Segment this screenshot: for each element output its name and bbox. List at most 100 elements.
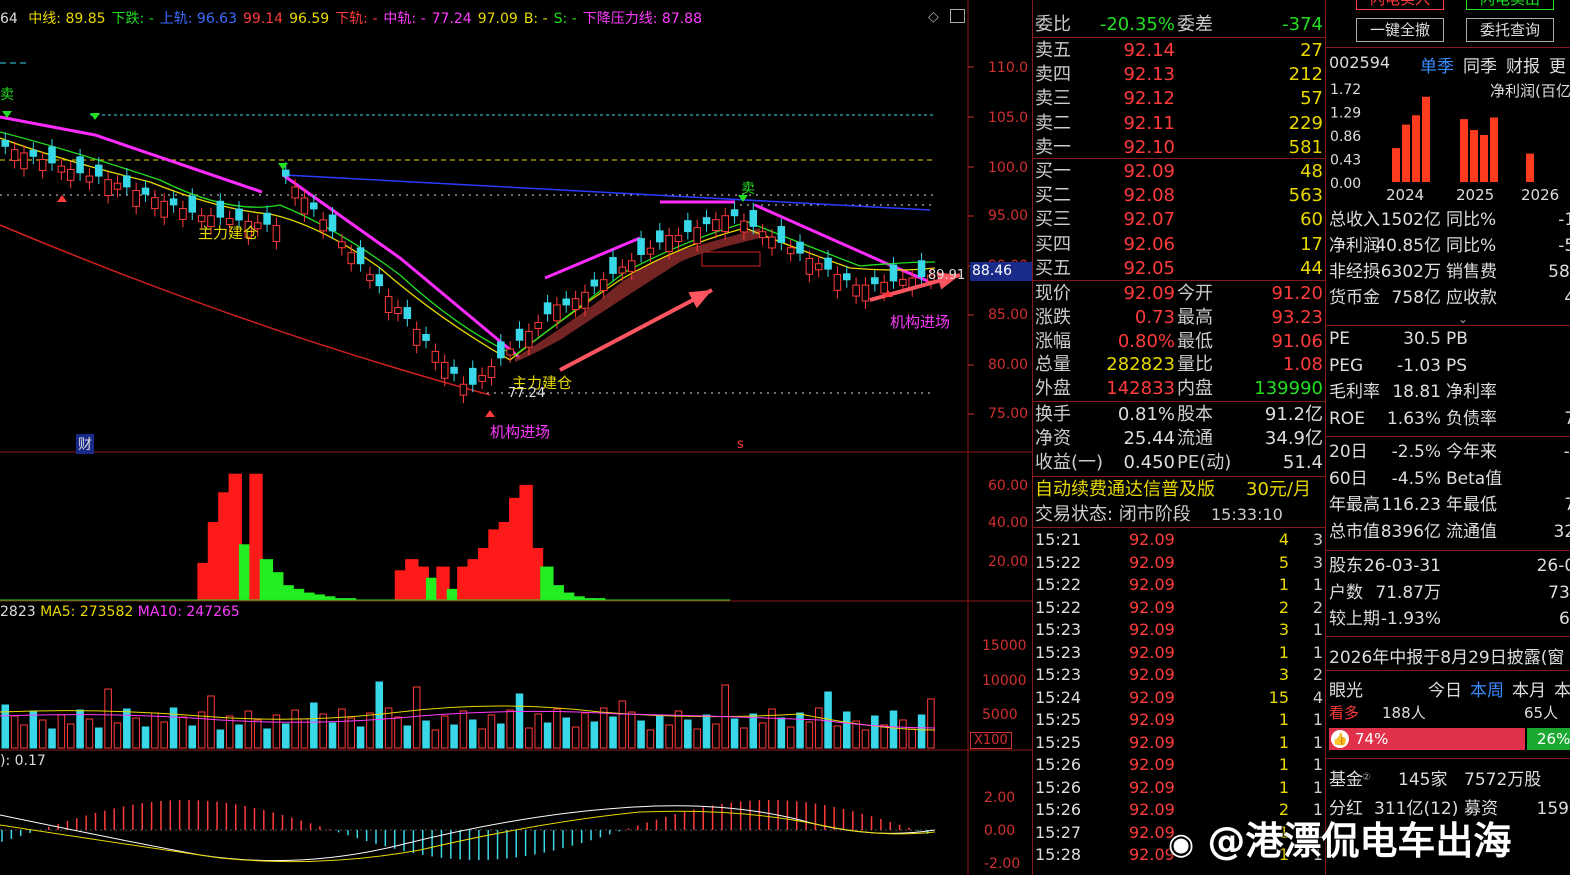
level-volume: 229 (1288, 112, 1323, 134)
fund-value-2: 77 (1564, 495, 1570, 515)
fund-key-2: 负债率 (1446, 408, 1497, 429)
bear-bar[interactable]: 26% (1527, 728, 1570, 750)
volume-header: 2823 MA5: 273582 MA10: 247265 (0, 604, 240, 620)
cancel-all-button[interactable]: 一键全撤 (1356, 18, 1444, 42)
volume-bar (917, 714, 926, 749)
eye-tab[interactable]: 本周 (1470, 681, 1504, 701)
quote-value: 92.09 (1123, 283, 1175, 304)
volume-bar (656, 715, 664, 749)
volume-bar (48, 728, 56, 749)
profit-bar (1526, 153, 1534, 182)
candle-body (422, 333, 430, 341)
diamond-icon[interactable]: ◇ (928, 9, 939, 25)
volume-bar (440, 715, 449, 749)
promo-row[interactable]: 自动续费通达信普及版 30元/月 (1033, 478, 1325, 501)
fund-tab[interactable]: 财报 (1506, 57, 1540, 77)
report-notice[interactable]: 2026年中报于8月29日披露(窗 (1329, 643, 1564, 668)
fund-tab[interactable]: 单季 (1420, 57, 1454, 77)
eye-tab[interactable]: 本 (1554, 681, 1570, 701)
bull-bar[interactable]: 👍 74% (1329, 728, 1525, 750)
indicator-item: 97.09 (477, 11, 518, 27)
volume-bar (459, 710, 468, 749)
level-price: 92.13 (1123, 64, 1175, 86)
candle-body (590, 279, 599, 287)
eye-label: 眼光 (1329, 681, 1363, 701)
promo-price[interactable]: 30元/月 (1246, 478, 1311, 501)
tick-row[interactable]: 15:26 92.09 1 1 (1033, 777, 1325, 800)
eye-tab[interactable]: 本月 (1512, 681, 1546, 701)
tick-row[interactable]: 15:23 92.09 1 1 (1033, 642, 1325, 665)
quote-value-2: 1.08 (1282, 354, 1323, 376)
tick-row[interactable]: 15:23 92.09 3 2 (1033, 664, 1325, 687)
bid-row[interactable]: 买一 92.09 48 (1033, 160, 1325, 183)
trend-end-label: 89.91 (928, 268, 966, 283)
ask-row[interactable]: 卖三 92.12 57 (1033, 87, 1325, 110)
fund-key: 总收入 (1329, 210, 1380, 230)
candle-body (347, 252, 355, 265)
bid-row[interactable]: 买三 92.07 60 (1033, 208, 1325, 231)
stats-label-2: 股本 (1177, 404, 1213, 425)
hatch-box (701, 251, 761, 267)
candle-body (824, 257, 832, 270)
tick-row[interactable]: 15:22 92.09 2 2 (1033, 597, 1325, 620)
tick-row[interactable]: 15:25 92.09 1 1 (1033, 732, 1325, 755)
chart-area[interactable]: 64 中线: 89.85 下跌: - 上轨: 96.63 99.14 96.59 下轨: … (0, 0, 1032, 875)
tick-row[interactable]: 15:26 92.09 1 1 (1033, 754, 1325, 777)
fund-tab[interactable]: 同季 (1463, 57, 1497, 77)
window-toggle-icon[interactable] (950, 9, 965, 23)
promo-text[interactable]: 自动续费通达信普及版 (1035, 478, 1215, 501)
candle-body (10, 149, 19, 162)
stats-value-2: 91.2亿 (1264, 404, 1323, 425)
quote-label: 涨跌 (1035, 306, 1071, 328)
fund-tabs[interactable]: 单季 同季 财报更 (1420, 52, 1570, 77)
fund-value: 8396亿 (1380, 521, 1441, 542)
tick-price: 92.09 (1129, 687, 1175, 707)
flash-sell-button[interactable]: 闪电卖出 (1466, 0, 1554, 10)
finance-marker[interactable]: 财 (76, 434, 94, 454)
chevron-down-icon[interactable]: ⌄ (1458, 312, 1468, 326)
profit-bar (1392, 148, 1400, 182)
volume-bar (57, 714, 66, 749)
tick-row[interactable]: 15:22 92.09 5 3 (1033, 552, 1325, 575)
ask-row[interactable]: 卖二 92.11 229 (1033, 112, 1325, 135)
level-price: 92.14 (1123, 40, 1175, 61)
tick-row[interactable]: 15:23 92.09 3 1 (1033, 619, 1325, 642)
fund-tab[interactable]: 更 (1549, 57, 1566, 77)
volume-bar (702, 714, 711, 749)
tick-row[interactable]: 15:25 92.09 1 1 (1033, 709, 1325, 732)
volume-bar (216, 729, 225, 749)
ask-row[interactable]: 卖四 92.13 212 (1033, 63, 1325, 86)
bid-row[interactable]: 买二 92.08 563 (1033, 184, 1325, 207)
tick-row[interactable]: 15:24 92.09 15 4 (1033, 687, 1325, 710)
ask-row[interactable]: 卖五 92.14 27 (1033, 39, 1325, 62)
candle-body (272, 225, 281, 242)
level-label: 卖三 (1035, 88, 1071, 110)
candle-body (506, 348, 514, 356)
candle-body (20, 152, 28, 170)
volume-bar (422, 720, 430, 749)
order-query-button[interactable]: 委托查询 (1466, 18, 1554, 42)
bid-row[interactable]: 买五 92.05 44 (1033, 257, 1325, 280)
volume-bar (627, 711, 636, 749)
order-book-panel: 委比 -20.35% 委差 -374 卖五 92.14 27 卖四 92.13 212 卖三… (1033, 0, 1325, 875)
ask-row[interactable]: 卖一 92.10 581 (1033, 136, 1325, 159)
fund-key-2: 销售费 (1446, 262, 1497, 282)
tick-row[interactable]: 15:21 92.09 4 3 (1033, 529, 1325, 552)
volume-bar (777, 717, 786, 749)
eye-tab[interactable]: 今日 (1428, 681, 1462, 701)
tick-row[interactable]: 15:22 92.09 1 1 (1033, 574, 1325, 597)
flash-buy-button[interactable]: 闪电买入 (1356, 0, 1444, 10)
quote-label-2: 量比 (1177, 354, 1213, 376)
level-price: 92.07 (1123, 209, 1175, 231)
fund-key-2: 同比% (1446, 210, 1497, 230)
volume-bar (590, 721, 599, 749)
profit-bar (1422, 96, 1430, 182)
fund-row: 非经损-6302万销售费 58.7 (1326, 260, 1570, 284)
bid-row[interactable]: 买四 92.06 17 (1033, 233, 1325, 256)
tick-count: 1 (1312, 642, 1323, 662)
macd-dif-line (0, 805, 936, 862)
volume-bar (244, 710, 253, 749)
eye-tabs[interactable]: 今日 本周 本月本 (1428, 676, 1570, 701)
quote-label-2: 最低 (1177, 330, 1213, 352)
level-price: 92.10 (1123, 136, 1175, 158)
